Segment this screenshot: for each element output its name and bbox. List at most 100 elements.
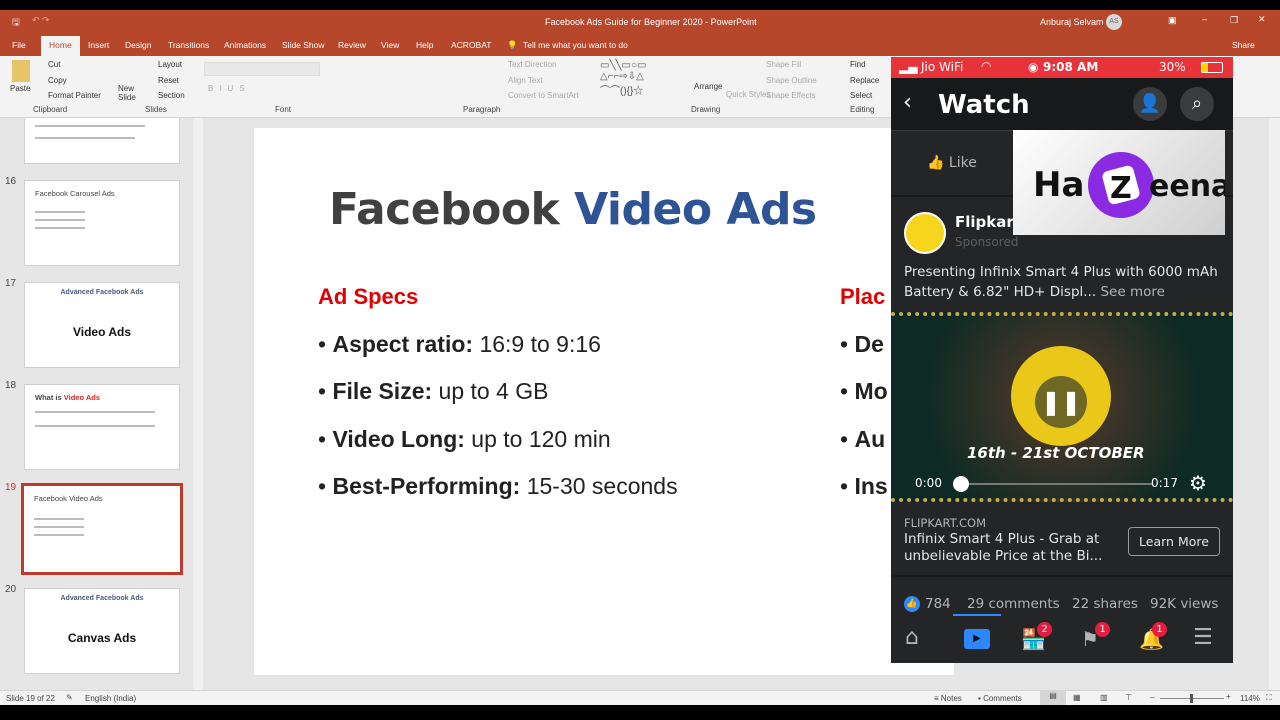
thumbnail-title: Video Ads [72, 325, 131, 339]
slide-thumbnail-16[interactable]: Facebook Carousel Ads [24, 180, 180, 266]
flipkart-avatar[interactable] [904, 212, 946, 254]
zoom-out-button[interactable]: – [1150, 693, 1154, 702]
comments-button[interactable]: ▪ Comments [978, 694, 1022, 703]
shape-fill-button[interactable]: Shape Fill [766, 60, 802, 69]
comments-count[interactable]: 29 comments [967, 596, 1060, 612]
slide-thumbnail-20[interactable]: Advanced Facebook Ads Canvas Ads [24, 588, 180, 674]
tab-view[interactable]: View [381, 40, 399, 50]
tab-file[interactable]: File [12, 40, 26, 50]
align-text-button[interactable]: Align Text [508, 76, 543, 85]
search-icon[interactable]: ⌕ [1180, 87, 1214, 121]
shares-count[interactable]: 22 shares [1072, 596, 1138, 612]
normal-view-button[interactable]: ▤ [1040, 691, 1066, 705]
fit-slide-icon[interactable]: ⛶ [1266, 693, 1272, 703]
font-name-select[interactable] [204, 62, 320, 76]
maximize-button[interactable]: ❐ [1230, 15, 1238, 26]
profile-icon[interactable]: 👤 [1133, 87, 1167, 121]
watch-header: ‹ Watch 👤 ⌕ [891, 78, 1233, 130]
like-button[interactable]: 👍 Like [927, 155, 977, 171]
save-icon[interactable]: 🖫 [12, 15, 20, 31]
language[interactable]: English (India) [85, 694, 136, 703]
zoom-in-button[interactable]: + [1226, 692, 1231, 701]
slide-thumbnail-19[interactable]: Facebook Video Ads [21, 483, 183, 575]
back-icon[interactable]: ‹ [903, 90, 912, 115]
tab-design[interactable]: Design [125, 40, 151, 50]
link-title[interactable]: Infinix Smart 4 Plus - Grab at unbelieva… [904, 531, 1114, 565]
thumbnail-header: Advanced Facebook Ads [60, 289, 144, 296]
placement-bullet: • Au [840, 426, 886, 452]
quick-styles-button[interactable]: Quick Styles [726, 90, 770, 99]
spellcheck-icon[interactable]: ✎ [66, 693, 73, 702]
new-slide-button[interactable]: New Slide [118, 84, 140, 102]
home-icon[interactable]: ⌂ [905, 625, 919, 650]
likes-count[interactable]: 784 [925, 596, 951, 612]
thumbnail-scrollbar[interactable] [193, 118, 203, 690]
placement-bullet: • De [840, 331, 884, 357]
tab-insert[interactable]: Insert [88, 40, 109, 50]
shape-outline-button[interactable]: Shape Outline [766, 76, 817, 85]
spec-bullet: • File Size: up to 4 GB [318, 378, 549, 404]
tab-review[interactable]: Review [338, 40, 366, 50]
slide-sorter-button[interactable]: ▦ [1073, 693, 1081, 702]
tab-acrobat[interactable]: ACROBAT [451, 40, 491, 50]
slide-thumbnail-15[interactable] [24, 118, 180, 164]
video-player[interactable]: ❚❚ 16th - 21st OCTOBER 0:00 0:17 ⚙ [891, 312, 1233, 502]
signal-icon: ▂▄ [899, 60, 918, 74]
slide-canvas[interactable]: Facebook Video Ads Ad Specs • Aspect rat… [254, 128, 954, 675]
editing-group-label: Editing [850, 105, 875, 114]
avatar[interactable]: AS [1106, 14, 1122, 30]
find-button[interactable]: Find [850, 60, 866, 69]
share-button[interactable]: Share [1232, 40, 1255, 50]
ribbon-display-icon[interactable]: ▣ [1168, 15, 1177, 26]
menu-icon[interactable]: ☰ [1193, 625, 1213, 650]
text-direction-button[interactable]: Text Direction [508, 60, 556, 69]
see-more-link[interactable]: See more [1100, 284, 1164, 300]
convert-smartart-button[interactable]: Convert to SmartArt [508, 91, 579, 100]
tab-transitions[interactable]: Transitions [168, 40, 209, 50]
zoom-level[interactable]: 114% [1240, 694, 1260, 703]
link-domain: FLIPKART.COM [904, 516, 987, 530]
pause-button[interactable]: ❚❚ [1035, 376, 1087, 428]
slide-thumbnail-18[interactable]: What is Video Ads [24, 384, 180, 470]
font-format-buttons[interactable]: BIUS [208, 84, 251, 93]
paste-button[interactable]: Paste [10, 84, 30, 93]
cut-button[interactable]: Cut [48, 60, 60, 69]
arrange-button[interactable]: Arrange [694, 82, 722, 91]
learn-more-button[interactable]: Learn More [1128, 527, 1220, 556]
close-button[interactable]: ✕ [1258, 14, 1266, 25]
slideshow-button[interactable]: ⊤ [1125, 693, 1132, 702]
reset-button[interactable]: Reset [158, 76, 179, 85]
battery-percent: 30% [1159, 60, 1186, 74]
format-painter-button[interactable]: Format Painter [48, 91, 101, 100]
tab-help[interactable]: Help [416, 40, 433, 50]
editor-scrollbar[interactable] [1269, 118, 1280, 690]
replace-button[interactable]: Replace [850, 76, 879, 85]
tab-animations[interactable]: Animations [224, 40, 266, 50]
tab-home[interactable]: Home [41, 36, 80, 56]
page-name[interactable]: Flipkart [955, 213, 1021, 231]
slide-number: 19 [5, 482, 17, 493]
slide-thumbnail-17[interactable]: Advanced Facebook Ads Video Ads [24, 282, 180, 368]
shape-effects-button[interactable]: Shape Effects [766, 91, 816, 100]
select-button[interactable]: Select [850, 91, 872, 100]
settings-gear-icon[interactable]: ⚙ [1189, 471, 1207, 495]
thumbnail-title: Facebook Video Ads [34, 494, 103, 503]
shapes-gallery[interactable]: ▭╲╲▭○▭ △⌐⌐⇨⇩△ ⌒⌒(){}☆ [600, 60, 646, 97]
hazeena-watermark-logo: Ha Z eena [1013, 130, 1231, 235]
tab-slide-show[interactable]: Slide Show [282, 40, 325, 50]
video-scrubber[interactable] [953, 476, 969, 492]
reading-view-button[interactable]: ▥ [1100, 693, 1108, 702]
zoom-slider-thumb[interactable] [1190, 694, 1193, 703]
copy-button[interactable]: Copy [48, 76, 67, 85]
ad-specs-heading: Ad Specs [318, 284, 419, 309]
section-button[interactable]: Section [158, 91, 185, 100]
watch-tab-icon[interactable]: ▶ [964, 629, 990, 649]
tell-me-search[interactable]: Tell me what you want to do [523, 40, 628, 50]
user-name[interactable]: Anburaj Selvam [1040, 17, 1104, 27]
layout-button[interactable]: Layout [158, 60, 182, 69]
spec-bullet: • Aspect ratio: 16:9 to 9:16 [318, 331, 601, 357]
video-progress-track[interactable] [953, 483, 1153, 485]
minimize-button[interactable]: – [1202, 14, 1207, 24]
undo-icon[interactable]: ↶ ↷ [32, 15, 50, 26]
notes-button[interactable]: ≡ Notes [934, 694, 962, 703]
